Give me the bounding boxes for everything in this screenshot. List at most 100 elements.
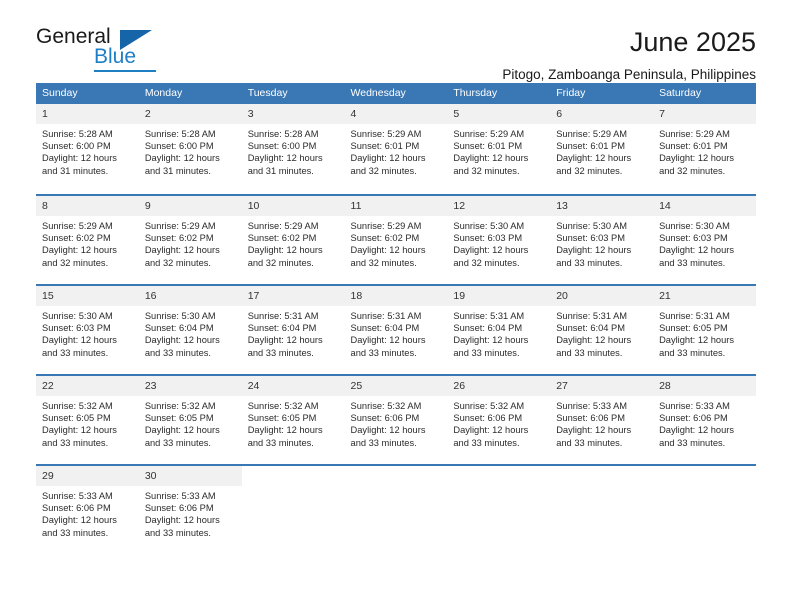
day-cell[interactable]: 17 Sunrise: 5:31 AM Sunset: 6:04 PM Dayligh… — [241, 284, 345, 374]
day-cell[interactable]: 26 Sunrise: 5:32 AM Sunset: 6:06 PM Dayligh… — [447, 374, 551, 464]
day-number: 17 — [241, 286, 345, 306]
daylight-text-line2: and 33 minutes. — [144, 437, 211, 448]
day-cell[interactable]: 3 Sunrise: 5:28 AM Sunset: 6:00 PM Daylight… — [241, 104, 345, 194]
day-number: 3 — [241, 104, 345, 124]
day-details: Sunrise: 5:32 AM Sunset: 6:05 PM Daylight:… — [139, 396, 242, 449]
sunset-text: Sunset: 6:00 PM — [42, 141, 111, 152]
day-cell[interactable]: 2 Sunrise: 5:28 AM Sunset: 6:00 PM Daylight… — [138, 104, 242, 194]
day-cell[interactable]: 21 Sunrise: 5:31 AM Sunset: 6:05 PM Dayligh… — [653, 284, 756, 374]
sunrise-text: Sunrise: 5:33 AM — [556, 401, 628, 411]
sunset-text: Sunset: 6:04 PM — [453, 323, 523, 334]
sunset-text: Sunset: 6:05 PM — [42, 413, 111, 424]
day-cell[interactable]: 6 Sunrise: 5:29 AM Sunset: 6:01 PM Daylight… — [550, 104, 654, 194]
day-number — [447, 466, 550, 486]
day-cell[interactable]: 20 Sunrise: 5:31 AM Sunset: 6:04 PM Dayligh… — [550, 284, 654, 374]
sunset-text: Sunset: 6:04 PM — [144, 323, 214, 334]
sunrise-text: Sunrise: 5:28 AM — [144, 129, 216, 139]
daylight-text-line2: and 33 minutes. — [42, 347, 109, 358]
daylight-text-line2: and 32 minutes. — [247, 257, 314, 268]
day-details: Sunrise: 5:29 AM Sunset: 6:01 PM Daylight:… — [345, 124, 448, 177]
day-cell[interactable]: 7 Sunrise: 5:29 AM Sunset: 6:01 PM Daylight… — [653, 104, 756, 194]
day-cell[interactable]: 5 Sunrise: 5:29 AM Sunset: 6:01 PM Daylight… — [447, 104, 551, 194]
day-number: 10 — [241, 196, 345, 216]
daylight-text-line2: and 32 minutes. — [453, 165, 520, 176]
sunset-text: Sunset: 6:05 PM — [144, 413, 214, 424]
sunset-text: Sunset: 6:04 PM — [556, 323, 625, 334]
day-cell[interactable]: 11 Sunrise: 5:29 AM Sunset: 6:02 PM Dayligh… — [344, 194, 448, 284]
daylight-text-line2: and 33 minutes. — [350, 347, 417, 358]
day-cell-empty — [241, 464, 345, 554]
day-number: 20 — [550, 286, 654, 306]
day-cell[interactable]: 18 Sunrise: 5:31 AM Sunset: 6:04 PM Dayligh… — [344, 284, 448, 374]
daylight-text-line1: Daylight: 12 hours — [42, 335, 117, 346]
day-cell[interactable]: 15 Sunrise: 5:30 AM Sunset: 6:03 PM Dayligh… — [36, 284, 139, 374]
weekday-header-row: Sunday Monday Tuesday Wednesday Thursday… — [36, 83, 756, 104]
sunset-text: Sunset: 6:02 PM — [350, 233, 420, 244]
sunrise-text: Sunrise: 5:31 AM — [350, 311, 422, 321]
daylight-text-line1: Daylight: 12 hours — [659, 153, 734, 164]
day-cell[interactable]: 29 Sunrise: 5:33 AM Sunset: 6:06 PM Dayligh… — [36, 464, 139, 554]
title-block: June 2025 Pitogo, Zamboanga Peninsula, P… — [502, 26, 756, 81]
logo-underline — [94, 70, 156, 72]
day-number: 9 — [138, 196, 242, 216]
sunset-text: Sunset: 6:00 PM — [144, 141, 214, 152]
day-number: 16 — [138, 286, 242, 306]
day-number: 23 — [138, 376, 242, 396]
daylight-text-line2: and 33 minutes. — [453, 347, 520, 358]
day-cell[interactable]: 22 Sunrise: 5:32 AM Sunset: 6:05 PM Dayligh… — [36, 374, 139, 464]
daylight-text-line1: Daylight: 12 hours — [42, 153, 117, 164]
day-cell[interactable]: 4 Sunrise: 5:29 AM Sunset: 6:01 PM Daylight… — [344, 104, 448, 194]
weekday-header-wednesday: Wednesday — [344, 83, 448, 104]
day-cell[interactable]: 16 Sunrise: 5:30 AM Sunset: 6:04 PM Dayligh… — [138, 284, 242, 374]
day-number: 30 — [138, 466, 242, 486]
day-cell[interactable]: 23 Sunrise: 5:32 AM Sunset: 6:05 PM Dayligh… — [138, 374, 242, 464]
sunrise-text: Sunrise: 5:30 AM — [42, 311, 113, 321]
sunset-text: Sunset: 6:05 PM — [659, 323, 728, 334]
day-details: Sunrise: 5:31 AM Sunset: 6:04 PM Daylight:… — [345, 306, 448, 359]
day-cell[interactable]: 9 Sunrise: 5:29 AM Sunset: 6:02 PM Daylight… — [138, 194, 242, 284]
sunrise-text: Sunrise: 5:33 AM — [42, 491, 113, 501]
sunset-text: Sunset: 6:06 PM — [453, 413, 523, 424]
general-blue-logo[interactable]: General Blue — [36, 26, 156, 72]
day-details: Sunrise: 5:30 AM Sunset: 6:03 PM Daylight:… — [447, 216, 550, 269]
daylight-text-line1: Daylight: 12 hours — [453, 245, 529, 256]
daylight-text-line2: and 33 minutes. — [659, 437, 726, 448]
daylight-text-line2: and 32 minutes. — [659, 165, 726, 176]
calendar-body: 1 Sunrise: 5:28 AM Sunset: 6:00 PM Daylight… — [36, 104, 756, 554]
daylight-text-line2: and 33 minutes. — [144, 527, 211, 538]
day-details: Sunrise: 5:28 AM Sunset: 6:00 PM Daylight:… — [139, 124, 242, 177]
daylight-text-line1: Daylight: 12 hours — [42, 425, 117, 436]
weekday-header-tuesday: Tuesday — [241, 83, 345, 104]
day-cell[interactable]: 27 Sunrise: 5:33 AM Sunset: 6:06 PM Dayligh… — [550, 374, 654, 464]
day-number — [345, 466, 448, 486]
day-cell[interactable]: 8 Sunrise: 5:29 AM Sunset: 6:02 PM Daylight… — [36, 194, 139, 284]
day-cell[interactable]: 30 Sunrise: 5:33 AM Sunset: 6:06 PM Dayligh… — [138, 464, 242, 554]
sunset-text: Sunset: 6:04 PM — [350, 323, 420, 334]
day-number: 4 — [344, 104, 448, 124]
weekday-header-sunday: Sunday — [36, 83, 139, 104]
calendar-grid: Sunday Monday Tuesday Wednesday Thursday… — [36, 83, 756, 554]
day-cell[interactable]: 19 Sunrise: 5:31 AM Sunset: 6:04 PM Dayligh… — [447, 284, 551, 374]
day-cell[interactable]: 14 Sunrise: 5:30 AM Sunset: 6:03 PM Dayligh… — [653, 194, 756, 284]
sunrise-text: Sunrise: 5:28 AM — [42, 129, 113, 139]
day-cell[interactable]: 13 Sunrise: 5:30 AM Sunset: 6:03 PM Dayligh… — [550, 194, 654, 284]
sunrise-text: Sunrise: 5:30 AM — [144, 311, 216, 321]
day-number: 5 — [447, 104, 551, 124]
daylight-text-line1: Daylight: 12 hours — [247, 425, 323, 436]
day-details: Sunrise: 5:33 AM Sunset: 6:06 PM Daylight:… — [36, 486, 139, 539]
day-number: 12 — [447, 196, 551, 216]
daylight-text-line2: and 33 minutes. — [42, 437, 109, 448]
day-cell[interactable]: 28 Sunrise: 5:33 AM Sunset: 6:06 PM Dayligh… — [653, 374, 756, 464]
day-cell[interactable]: 1 Sunrise: 5:28 AM Sunset: 6:00 PM Daylight… — [36, 104, 139, 194]
daylight-text-line2: and 32 minutes. — [350, 165, 417, 176]
sunrise-text: Sunrise: 5:30 AM — [556, 221, 628, 231]
day-cell[interactable]: 25 Sunrise: 5:32 AM Sunset: 6:06 PM Dayligh… — [344, 374, 448, 464]
day-cell[interactable]: 24 Sunrise: 5:32 AM Sunset: 6:05 PM Dayligh… — [241, 374, 345, 464]
calendar-page: General Blue June 2025 Pitogo, Zamboanga… — [0, 0, 792, 612]
day-cell[interactable]: 12 Sunrise: 5:30 AM Sunset: 6:03 PM Dayligh… — [447, 194, 551, 284]
day-cell[interactable]: 10 Sunrise: 5:29 AM Sunset: 6:02 PM Dayligh… — [241, 194, 345, 284]
sunrise-text: Sunrise: 5:31 AM — [247, 311, 319, 321]
daylight-text-line2: and 33 minutes. — [350, 437, 417, 448]
daylight-text-line1: Daylight: 12 hours — [453, 425, 529, 436]
daylight-text-line1: Daylight: 12 hours — [144, 515, 220, 526]
